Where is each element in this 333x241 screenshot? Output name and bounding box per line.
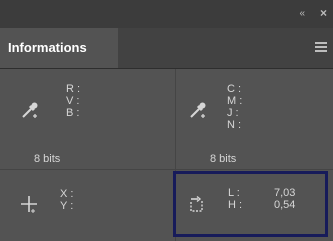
panel-menu-icon[interactable] — [315, 42, 327, 52]
y-label: Y : — [60, 200, 74, 212]
eyedropper-icon — [22, 102, 38, 118]
tab-informations[interactable]: Informations — [0, 28, 118, 68]
rgb-bit-depth: 8 bits — [34, 153, 61, 165]
crosshair-icon — [21, 196, 37, 213]
rgb-readout: R : V : B : 8 bits — [0, 69, 175, 169]
cmjn-bit-depth: 8 bits — [210, 153, 237, 165]
m-label: M : — [227, 95, 243, 107]
cmjn-readout: C : M : J : N : 8 bits — [176, 69, 333, 169]
x-label: X : — [60, 188, 74, 200]
b-label: B : — [66, 107, 80, 119]
position-readout: X : Y : — [0, 170, 175, 241]
v-label: V : — [66, 95, 80, 107]
c-label: C : — [227, 83, 242, 95]
collapse-panel-icon[interactable]: « — [299, 8, 304, 19]
r-label: R : — [66, 83, 81, 95]
size-highlight-box — [173, 171, 328, 237]
panel-tab-bar: Informations — [0, 28, 333, 69]
j-label: J : — [227, 107, 239, 119]
n-label: N : — [227, 119, 242, 131]
eyedropper-icon — [190, 102, 206, 118]
close-panel-icon[interactable]: × — [320, 6, 327, 20]
panel-titlebar: « × — [0, 0, 333, 28]
